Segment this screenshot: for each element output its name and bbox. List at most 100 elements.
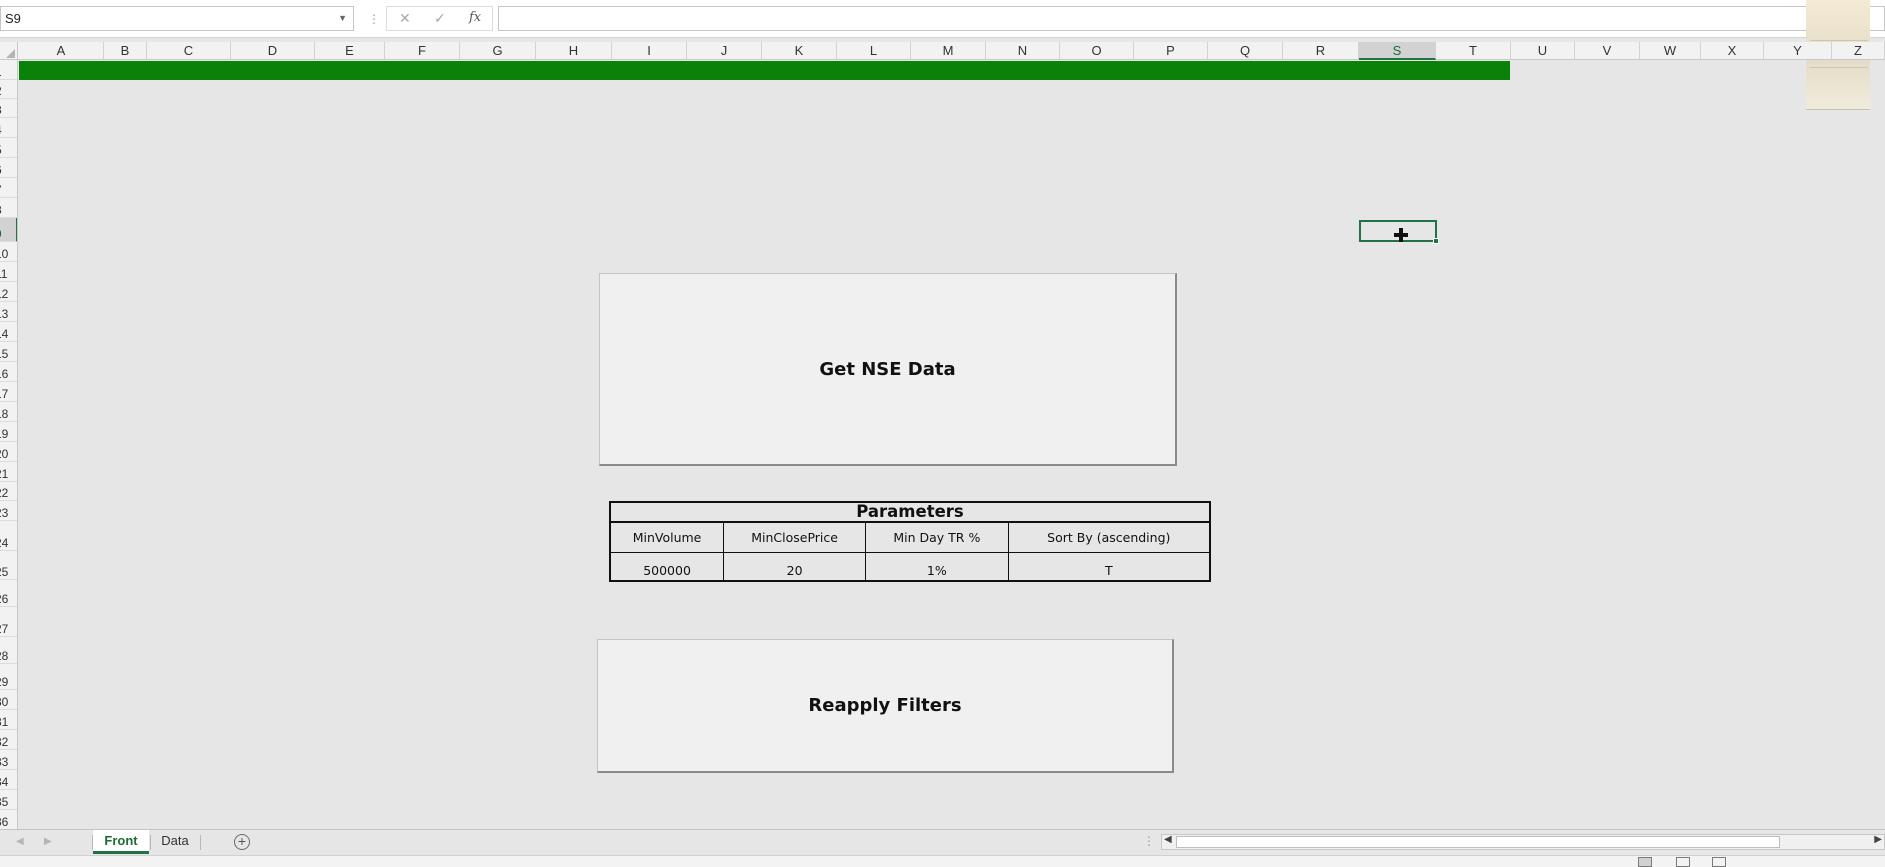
column-header-z[interactable]: Z [1832, 42, 1885, 60]
insert-function-icon[interactable]: fx [469, 10, 481, 25]
param-value-sort-by[interactable]: T [1007, 551, 1211, 582]
row-headers: 1234567891011121314151617181920212223242… [0, 60, 18, 830]
next-sheet-icon[interactable]: ▶ [44, 836, 52, 847]
column-header-v[interactable]: V [1575, 42, 1640, 60]
column-header-p[interactable]: P [1134, 42, 1208, 60]
row-header-27[interactable]: 27 [0, 607, 17, 637]
param-header-sort-by: Sort By (ascending) [1007, 521, 1211, 553]
row-header-1[interactable]: 1 [0, 60, 17, 80]
row-header-7[interactable]: 7 [0, 178, 17, 198]
row-header-36[interactable]: 36 [0, 810, 17, 830]
name-box-dropdown-icon[interactable]: ▼ [338, 7, 347, 30]
column-header-u[interactable]: U [1511, 42, 1575, 60]
column-header-s[interactable]: S [1359, 42, 1436, 60]
fill-handle[interactable] [1433, 238, 1439, 244]
column-header-f[interactable]: F [385, 42, 460, 60]
row-header-2[interactable]: 2 [0, 80, 17, 99]
get-nse-data-button[interactable]: Get NSE Data [599, 273, 1177, 466]
row-header-17[interactable]: 17 [0, 382, 17, 402]
row-header-25[interactable]: 25 [0, 551, 17, 580]
column-header-e[interactable]: E [315, 42, 385, 60]
column-header-w[interactable]: W [1640, 42, 1701, 60]
row-header-8[interactable]: 8 [0, 198, 17, 218]
param-value-minvolume[interactable]: 500000 [609, 551, 725, 582]
row-header-10[interactable]: 10 [0, 242, 17, 262]
row-header-23[interactable]: 23 [0, 501, 17, 521]
name-box-value: S9 [5, 11, 21, 26]
row-header-12[interactable]: 12 [0, 282, 17, 302]
row-header-3[interactable]: 3 [0, 99, 17, 118]
column-header-m[interactable]: M [911, 42, 986, 60]
column-header-r[interactable]: R [1283, 42, 1359, 60]
enter-icon[interactable]: ✓ [434, 10, 446, 27]
row-header-26[interactable]: 26 [0, 580, 17, 607]
add-sheet-icon[interactable]: + [234, 834, 250, 850]
column-header-j[interactable]: J [687, 42, 762, 60]
row-header-16[interactable]: 16 [0, 362, 17, 382]
column-header-t[interactable]: T [1436, 42, 1511, 60]
row-header-14[interactable]: 14 [0, 322, 17, 342]
row-header-18[interactable]: 18 [0, 402, 17, 422]
cancel-icon[interactable]: ✕ [399, 10, 411, 27]
page-break-view-icon[interactable] [1712, 857, 1726, 867]
row-number: 2 [0, 85, 2, 97]
row-header-19[interactable]: 19 [0, 422, 17, 442]
row-header-5[interactable]: 5 [0, 138, 17, 158]
row-header-11[interactable]: 11 [0, 262, 17, 282]
row-header-33[interactable]: 33 [0, 750, 17, 770]
column-header-i[interactable]: I [612, 42, 687, 60]
scroll-left-icon[interactable]: ◀ [1164, 834, 1172, 845]
scrollbar-thumb[interactable] [1176, 836, 1780, 848]
sheet-tab-data[interactable]: Data [151, 830, 199, 854]
row-header-35[interactable]: 35 [0, 790, 17, 810]
row-header-28[interactable]: 28 [0, 637, 17, 664]
row-header-22[interactable]: 22 [0, 482, 17, 501]
param-value-mincloseprice[interactable]: 20 [723, 551, 867, 582]
status-bar [0, 855, 1885, 867]
row-header-34[interactable]: 34 [0, 770, 17, 790]
column-header-o[interactable]: O [1060, 42, 1134, 60]
green-header-bar [19, 61, 1510, 80]
row-header-4[interactable]: 4 [0, 118, 17, 138]
row-header-30[interactable]: 30 [0, 690, 17, 710]
sheet-tab-front[interactable]: Front [93, 830, 149, 854]
row-number: 7 [0, 184, 2, 196]
param-header-min-day-tr: Min Day TR % [865, 521, 1009, 553]
column-header-q[interactable]: Q [1208, 42, 1283, 60]
column-header-y[interactable]: Y [1764, 42, 1832, 60]
horizontal-scrollbar[interactable]: ◀ ▶ [1161, 834, 1885, 850]
column-header-a[interactable]: A [19, 42, 104, 60]
param-value-min-day-tr[interactable]: 1% [865, 551, 1009, 582]
row-header-9[interactable]: 9 [0, 218, 17, 242]
row-header-13[interactable]: 13 [0, 302, 17, 322]
tab-split-grip-icon[interactable]: ⋮ [1143, 834, 1155, 848]
prev-sheet-icon[interactable]: ◀ [16, 836, 24, 847]
page-layout-view-icon[interactable] [1676, 857, 1690, 867]
column-header-h[interactable]: H [536, 42, 612, 60]
column-header-l[interactable]: L [837, 42, 911, 60]
reapply-filters-button[interactable]: Reapply Filters [597, 639, 1174, 773]
row-header-21[interactable]: 21 [0, 462, 17, 482]
row-header-32[interactable]: 32 [0, 730, 17, 750]
row-header-31[interactable]: 31 [0, 710, 17, 730]
row-header-6[interactable]: 6 [0, 158, 17, 178]
select-all-corner[interactable] [0, 42, 18, 60]
formula-input[interactable] [498, 6, 1885, 31]
row-header-20[interactable]: 20 [0, 442, 17, 462]
name-box[interactable]: S9 ▼ [0, 6, 354, 31]
row-header-29[interactable]: 29 [0, 664, 17, 690]
column-header-d[interactable]: D [231, 42, 315, 60]
column-header-b[interactable]: B [104, 42, 147, 60]
column-header-x[interactable]: X [1701, 42, 1764, 60]
column-header-k[interactable]: K [762, 42, 837, 60]
column-header-n[interactable]: N [986, 42, 1060, 60]
row-number: 25 [0, 565, 9, 579]
row-header-24[interactable]: 24 [0, 521, 17, 551]
scroll-right-icon[interactable]: ▶ [1874, 834, 1882, 845]
normal-view-icon[interactable] [1638, 857, 1652, 867]
row-header-15[interactable]: 15 [0, 342, 17, 362]
column-header-g[interactable]: G [460, 42, 536, 60]
row-number: 9 [0, 228, 2, 240]
column-header-c[interactable]: C [147, 42, 231, 60]
excel-window: S9 ▼ ⋮ ✕ ✓ fx ABCDEFGHIJKLMNOPQRSTUVWXYZ… [0, 0, 1885, 867]
